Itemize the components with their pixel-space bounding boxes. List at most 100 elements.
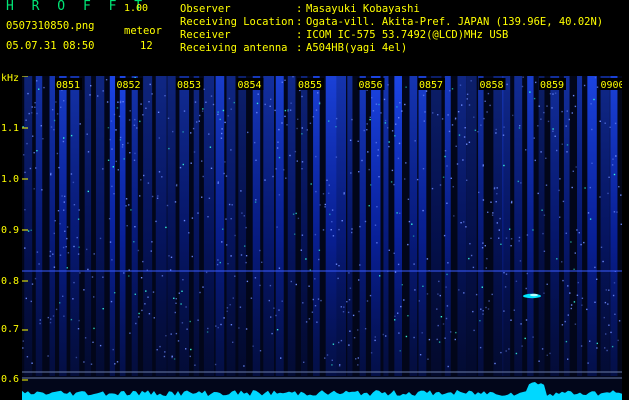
noise-speck — [519, 125, 521, 127]
noise-speck — [185, 348, 187, 350]
noise-speck — [319, 204, 321, 206]
noise-speck — [366, 129, 368, 131]
noise-speck — [351, 228, 353, 230]
noise-speck — [64, 230, 66, 232]
signal-column — [563, 76, 570, 376]
noise-speck — [357, 357, 359, 359]
noise-speck — [419, 354, 422, 356]
noise-speck — [383, 98, 386, 101]
noise-speck — [139, 195, 141, 197]
noise-speck — [359, 225, 361, 228]
noise-speck — [589, 186, 591, 189]
noise-speck — [452, 186, 454, 188]
noise-speck — [566, 110, 568, 112]
file-name: 0507310850.png — [6, 20, 95, 32]
signal-column — [587, 76, 597, 376]
noise-speck — [440, 316, 443, 318]
noise-speck — [53, 232, 55, 235]
noise-speck — [474, 129, 477, 131]
noise-speck — [223, 317, 225, 319]
noise-speck — [370, 352, 373, 354]
noise-speck — [113, 193, 115, 195]
signal-column — [287, 76, 296, 376]
noise-speck — [297, 118, 299, 120]
signal-column — [59, 76, 67, 376]
noise-speck — [577, 281, 579, 284]
noise-speck — [594, 301, 596, 303]
signal-column — [550, 76, 560, 376]
noise-speck — [83, 289, 85, 291]
noise-speck — [359, 264, 361, 266]
noise-speck — [79, 123, 81, 125]
noise-speck — [239, 306, 242, 308]
noise-speck — [542, 232, 544, 235]
noise-speck — [605, 289, 607, 291]
noise-speck — [126, 225, 128, 227]
noise-speck — [87, 151, 90, 153]
signal-column — [457, 76, 467, 376]
noise-speck — [164, 351, 166, 353]
noise-speck — [600, 246, 603, 248]
noise-speck — [607, 303, 609, 305]
noise-speck — [495, 128, 497, 131]
noise-speck — [91, 276, 94, 278]
noise-speck — [86, 248, 88, 251]
noise-speck — [535, 81, 537, 84]
noise-speck — [543, 111, 545, 114]
noise-speck — [589, 218, 592, 220]
noise-speck — [349, 139, 352, 141]
noise-speck — [89, 94, 91, 96]
noise-speck — [27, 92, 29, 95]
noise-speck — [465, 226, 467, 228]
noise-speck — [482, 313, 484, 315]
noise-speck — [590, 103, 592, 105]
noise-speck — [41, 189, 43, 191]
noise-speck — [49, 250, 52, 253]
noise-speck — [503, 126, 505, 128]
noise-speck — [618, 320, 621, 322]
noise-speck — [119, 101, 122, 104]
noise-speck — [217, 182, 219, 184]
noise-speck — [243, 215, 245, 217]
noise-speck — [580, 243, 582, 246]
noise-speck — [227, 115, 229, 117]
noise-speck — [231, 204, 233, 206]
noise-speck — [431, 187, 434, 190]
noise-speck — [447, 262, 449, 264]
noise-speck — [525, 149, 527, 151]
noise-speck — [102, 90, 104, 92]
noise-speck — [47, 355, 49, 357]
noise-speck — [358, 171, 360, 173]
noise-speck — [464, 127, 466, 129]
noise-speck — [255, 159, 257, 161]
noise-speck — [450, 177, 452, 179]
noise-speck — [256, 102, 259, 105]
noise-speck — [117, 101, 119, 103]
noise-speck — [23, 154, 25, 156]
noise-speck — [102, 168, 104, 170]
noise-speck — [34, 102, 36, 104]
noise-speck — [50, 126, 53, 128]
noise-speck — [275, 168, 277, 170]
noise-speck — [447, 365, 449, 368]
noise-speck — [197, 212, 199, 214]
noise-speck — [538, 360, 540, 362]
noise-speck — [318, 249, 321, 251]
noise-speck — [245, 261, 247, 264]
receiver-label: Receiver — [180, 29, 231, 41]
noise-speck — [599, 196, 601, 198]
noise-speck — [29, 167, 32, 170]
noise-speck — [309, 269, 311, 271]
noise-speck — [445, 286, 447, 288]
time-label: 0900 — [601, 80, 623, 91]
noise-speck — [225, 175, 228, 177]
noise-speck — [232, 341, 234, 343]
signal-column — [514, 76, 523, 376]
y-tick-label: 0.8 — [1, 276, 20, 287]
noise-speck — [111, 148, 113, 150]
noise-speck — [348, 272, 350, 274]
noise-speck — [549, 352, 551, 355]
noise-speck — [212, 103, 215, 106]
noise-speck — [363, 129, 365, 132]
noise-speck — [230, 108, 232, 110]
